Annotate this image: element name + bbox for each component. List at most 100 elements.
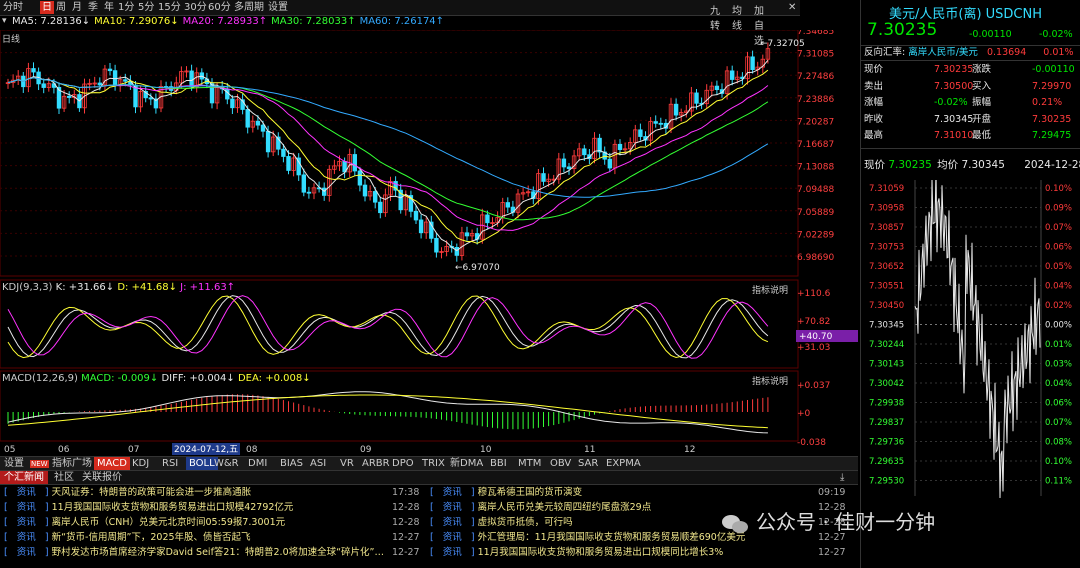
kdj-line-2 [7, 295, 769, 359]
price-axis-label: 7.27486 [797, 72, 834, 82]
indicator-tab-19[interactable]: SAR [578, 457, 598, 470]
mini-right-axis-label: 0.10% [1045, 457, 1072, 467]
news-time: 12-27 [392, 532, 420, 543]
indicator-tab-8[interactable]: DMI [248, 457, 267, 470]
indicator-tab-12[interactable]: ARBR [362, 457, 390, 470]
date-axis-label: 06 [58, 445, 70, 455]
news-title: 天风证券：特朗普的政策可能会进一步推高通胀 [51, 487, 252, 498]
news-item[interactable]: [ 资讯 ] 新“货币-信用周期”下，2025年股、债皆否起飞 12-27 [4, 531, 422, 545]
kdj-help-button[interactable]: 指标说明 [752, 283, 788, 296]
indicator-tab-14[interactable]: TRIX [422, 457, 445, 470]
indicator-tab-16[interactable]: BBI [490, 457, 507, 470]
mini-right-axis-label: 0.05% [1045, 262, 1072, 272]
indicator-tab-18[interactable]: OBV [550, 457, 571, 470]
close-icon[interactable]: ✕ [788, 2, 796, 13]
dropdown-icon[interactable]: ▾ [2, 16, 7, 26]
mini-left-axis-label: 7.29837 [869, 418, 904, 428]
date-axis-label: 10 [480, 445, 492, 455]
indicator-tab-0[interactable]: 设置 [4, 457, 24, 470]
macd-help-button[interactable]: 指标说明 [752, 374, 788, 387]
period-12[interactable]: 设置 [268, 1, 288, 14]
period-1[interactable]: 日 [40, 1, 54, 14]
candle-body [107, 68, 113, 72]
period-8[interactable]: 15分 [158, 1, 181, 14]
news-item[interactable]: [ 资讯 ] 11月我国国际收支货物和服务贸易进出口规模42792亿元 12-28 [4, 501, 422, 515]
news-item[interactable]: [ 资讯 ] 野村发达市场首席经济学家David Seif答21：特朗普2.0将… [4, 546, 422, 560]
news-item[interactable]: [ 资讯 ] 离岸人民币（CNH）兑美元北京时间05:59报7.3001元 12-… [4, 516, 422, 530]
mini-right-axis-label: 0.01% [1045, 340, 1072, 350]
candle-body [362, 184, 368, 197]
period-6[interactable]: 1分 [118, 1, 134, 14]
reverse-rate-link[interactable]: 离岸人民币/美元 [908, 47, 978, 58]
candle-body [653, 121, 658, 124]
price-axis-label: 6.98690 [797, 253, 834, 263]
tab-related-quotes[interactable]: 关联报价 [78, 471, 126, 484]
high-price-label: ←7.32705 [760, 39, 805, 49]
candle-body [372, 191, 378, 203]
period-2[interactable]: 周 [56, 1, 66, 14]
candle-body [67, 95, 72, 98]
candle-body [265, 130, 271, 153]
candle-body [454, 247, 459, 256]
candle-body [306, 191, 312, 194]
indicator-tab-10[interactable]: ASI [310, 457, 326, 470]
low-price-label: ←6.97070 [455, 263, 500, 273]
candle-body [464, 232, 470, 237]
period-11[interactable]: 多周期 [234, 1, 264, 14]
period-4[interactable]: 季 [88, 1, 98, 14]
indicator-tab-11[interactable]: VR [340, 457, 354, 470]
mini-right-axis-label: 0.04% [1045, 379, 1072, 389]
news-tag: 资讯 [16, 487, 36, 498]
mini-right-axis-label: 0.07% [1045, 223, 1072, 233]
news-item[interactable]: [ 资讯 ] 天风证券：特朗普的政策可能会进一步推高通胀 17:38 [4, 486, 422, 500]
candle-body [255, 120, 261, 126]
indicator-tab-3[interactable]: MACD [94, 457, 130, 470]
candlestick-chart[interactable]: 7.34685 7.31085 7.27486 7.23886 7.20287 7.166… [0, 30, 858, 456]
indicator-tab-7[interactable]: W&R [214, 457, 239, 470]
period-5[interactable]: 年 [104, 1, 114, 14]
indicator-tab-20[interactable]: EXPMA [606, 457, 641, 470]
period-0[interactable]: 分时 [3, 1, 23, 14]
intraday-chart[interactable]: 7.31059 0.10% 7.30958 0.09% 7.30857 0.07% 7.30… [861, 180, 1080, 500]
period-9[interactable]: 30分 [184, 1, 207, 14]
price-axis-label: 7.31085 [797, 50, 834, 60]
tab-community[interactable]: 社区 [50, 471, 78, 484]
candle-body [418, 219, 424, 234]
indicator-tab-1[interactable]: NEW [30, 457, 49, 470]
candle-body [505, 202, 510, 208]
mini-left-axis-label: 7.29530 [869, 477, 904, 487]
indicator-tab-4[interactable]: KDJ [132, 457, 149, 470]
candle-body [541, 173, 546, 182]
news-item[interactable]: [ 资讯 ] 11月我国国际收支货物和服务贸易进出口规模同比增长3% 12-27 [430, 546, 848, 560]
period-10[interactable]: 60分 [208, 1, 231, 14]
candle-body [658, 122, 663, 125]
watermark-text: 公众号 · 佳财一分钟 [756, 510, 936, 534]
news-title: 野村发达市场首席经济学家David Seif答21：特朗普2.0将加速全球“碎片… [51, 547, 384, 558]
period-3[interactable]: 月 [72, 1, 82, 14]
candle-body [378, 201, 383, 214]
ma-line-10 [7, 69, 769, 244]
ma-line-20 [7, 77, 769, 231]
tab-fx-news[interactable]: 个汇新闻 [0, 471, 48, 484]
news-item[interactable]: [ 资讯 ] 穆瓦希德王国的货币演变 09:19 [430, 486, 848, 500]
indicator-tab-5[interactable]: RSI [162, 457, 178, 470]
indicator-tab-15[interactable]: 新DMA [450, 457, 483, 470]
mini-left-axis-label: 7.30857 [869, 223, 904, 233]
download-icon[interactable]: ⤓ [836, 471, 848, 484]
candle-body [352, 154, 357, 172]
news-tag: 资讯 [442, 547, 462, 558]
news-time: 17:38 [392, 487, 420, 498]
price-axis-label: 7.16687 [797, 140, 834, 150]
mini-right-axis-label: 0.00% [1045, 321, 1072, 331]
indicator-tab-2[interactable]: 指标广场 [52, 457, 92, 470]
price-panel-frame [0, 30, 799, 277]
indicator-tab-6[interactable]: BOLL [186, 457, 218, 470]
indicator-tab-9[interactable]: BIAS [280, 457, 303, 470]
candle-body [281, 148, 286, 157]
indicator-tab-13[interactable]: DPO [392, 457, 414, 470]
mini-left-axis-label: 7.30244 [869, 340, 904, 350]
mini-left-axis-label: 7.29635 [869, 457, 904, 467]
date-axis-label: 07 [128, 445, 139, 455]
indicator-tab-17[interactable]: MTM [518, 457, 541, 470]
period-7[interactable]: 5分 [138, 1, 154, 14]
